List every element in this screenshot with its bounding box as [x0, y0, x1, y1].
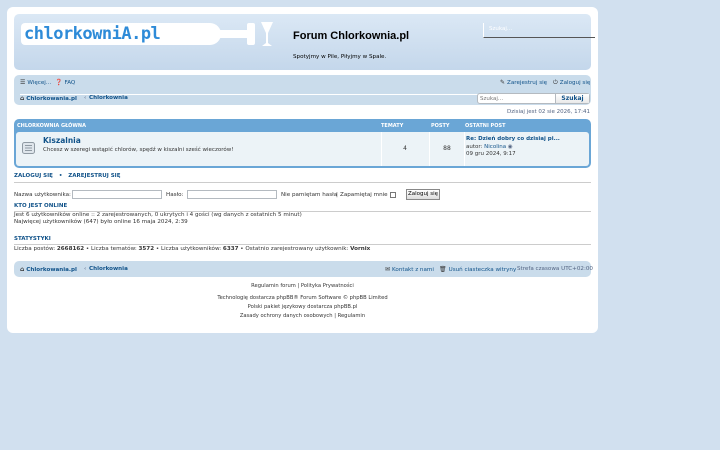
header-search-placeholder: Szukaj...: [489, 26, 513, 32]
delete-cookies-link[interactable]: 🗑 Usuń ciasteczka witryny: [439, 266, 516, 273]
envelope-icon: ✉: [385, 266, 391, 273]
forum-table-header: Chlorkownia główna Tematy Posty Ostatni …: [14, 119, 591, 131]
more-menu[interactable]: ☰ Więcej...: [20, 79, 51, 86]
search-button[interactable]: Szukaj: [555, 94, 589, 103]
breadcrumb-home[interactable]: ⌂ Chlorkowania.pl: [20, 95, 77, 102]
register-link[interactable]: ✎ Zarejestruj się: [500, 79, 547, 86]
footer-links[interactable]: Regulamin forum | Polityka Prywatności: [7, 283, 598, 289]
remember-checkbox[interactable]: [390, 192, 396, 198]
question-icon: ❓: [55, 79, 63, 86]
header-last-post: Ostatni post: [465, 123, 506, 129]
stats-line: Liczba postów: 2668162 • Liczba tematów:…: [14, 246, 371, 252]
login-link[interactable]: ⏻ Zaloguj się: [553, 79, 590, 87]
footer-privacy[interactable]: Zasady ochrony danych osobowych | Regula…: [7, 313, 598, 319]
last-post-date: 09 gru 2024, 9:17: [466, 151, 516, 157]
header-bar: chlorkowniA.pl Forum Chlorkownia.pl Spot…: [14, 14, 595, 70]
nav-row-main: ☰ Więcej... ❓ FAQ ✎ Zarejestruj się ⏻ Zalogu…: [20, 79, 590, 88]
online-summary: Jest 6 użytkowników online :: 2 zarejest…: [14, 212, 302, 218]
username-field[interactable]: [72, 190, 162, 199]
login-button[interactable]: Zaloguj się: [406, 189, 440, 200]
forum-read-icon: [22, 142, 35, 154]
logo-text: chlorkowniA.pl: [24, 24, 161, 44]
login-heading-link[interactable]: Zaloguj się: [14, 173, 53, 179]
power-icon: ⏻: [553, 79, 558, 86]
contact-link[interactable]: ✉ Kontakt z nami: [385, 266, 434, 273]
bottom-breadcrumb-current[interactable]: Chlorkownia: [89, 266, 128, 272]
header-search[interactable]: Szukaj...: [483, 23, 595, 38]
stats-posts: 2668162: [56, 246, 85, 252]
forum-description: Chcesz w szeregi wstąpić chlorów, spędź …: [43, 147, 234, 153]
newest-user-link[interactable]: Vornix: [350, 246, 370, 252]
home-icon: ⌂: [20, 266, 25, 273]
online-heading[interactable]: Kto jest online: [14, 203, 67, 209]
username-input[interactable]: [73, 191, 161, 198]
password-field[interactable]: [187, 190, 277, 199]
stats-topics: 3572: [138, 246, 155, 252]
edit-icon: ✎: [500, 79, 506, 86]
faq-link[interactable]: ❓ FAQ: [55, 79, 75, 86]
register-heading-link[interactable]: Zarejestruj się: [68, 173, 120, 179]
forum-posts-count: 88: [443, 145, 451, 152]
header-category[interactable]: Chlorkownia główna: [17, 123, 86, 129]
trash-icon: 🗑: [439, 266, 447, 273]
forum-topics-count: 4: [403, 145, 407, 152]
login-heading: Zaloguj się • Zarejestruj się: [14, 173, 121, 179]
breadcrumb-current[interactable]: Chlorkownia: [89, 95, 128, 101]
bottom-breadcrumb-home[interactable]: ⌂ Chlorkowania.pl: [20, 266, 77, 273]
last-post-info: Re: Dzień dobry co dzisiaj pi... autor: …: [466, 136, 560, 157]
breadcrumb-separator: ‹: [84, 95, 87, 101]
current-date: Dzisiaj jest 02 sie 2026, 17:41: [507, 109, 590, 115]
forum-table: Chlorkownia główna Tematy Posty Ostatni …: [14, 119, 591, 168]
hamburger-icon: ☰: [20, 79, 26, 86]
last-post-author[interactable]: Nicolina: [484, 144, 506, 150]
bottom-navbar: ⌂ Chlorkowania.pl ‹ Chlorkownia ✉ Kontakt …: [14, 261, 593, 277]
forum-title-link[interactable]: Kiszalnia: [43, 136, 81, 145]
stats-heading: Statystyki: [14, 236, 51, 242]
remember-label: Zapamiętaj mnie: [340, 192, 388, 198]
last-post-link[interactable]: Re: Dzień dobry co dzisiaj pi...: [466, 136, 560, 142]
timezone: Strefa czasowa UTC+02:00: [517, 266, 593, 272]
site-title: Forum Chlorkownia.pl: [293, 30, 410, 42]
site-description: Spotyjmy w Pile, Piłyjmy w Spale.: [293, 54, 387, 60]
forum-row[interactable]: Kiszalnia Chcesz w szeregi wstąpić chlor…: [16, 132, 589, 166]
footer-powered: Technologię dostarcza phpBB® Forum Softw…: [217, 295, 388, 301]
site-logo[interactable]: chlorkowniA.pl: [21, 19, 273, 49]
header-posts: Posty: [431, 123, 450, 129]
password-input[interactable]: [188, 191, 276, 198]
glass-icon: [261, 22, 273, 46]
view-latest-post-icon[interactable]: ◉: [508, 144, 513, 150]
password-label: Hasło:: [166, 192, 184, 198]
username-label: Nazwa użytkownika:: [14, 192, 71, 198]
home-icon: ⌂: [20, 95, 25, 102]
search-input[interactable]: [478, 94, 554, 103]
page-wrap: chlorkowniA.pl Forum Chlorkownia.pl Spot…: [7, 7, 598, 333]
stats-users: 6337: [222, 246, 239, 252]
footer-language: Polski pakiet językowy dostarcza phpBB.p…: [247, 304, 358, 310]
online-record: Najwięcej użytkowników (647) było online…: [14, 219, 188, 225]
search-box: Szukaj: [477, 93, 590, 104]
forgot-password-link[interactable]: Nie pamiętam hasła: [281, 192, 337, 198]
login-form: Nazwa użytkownika: Hasło: Nie pamiętam h…: [14, 189, 440, 200]
header-topics: Tematy: [381, 123, 404, 129]
